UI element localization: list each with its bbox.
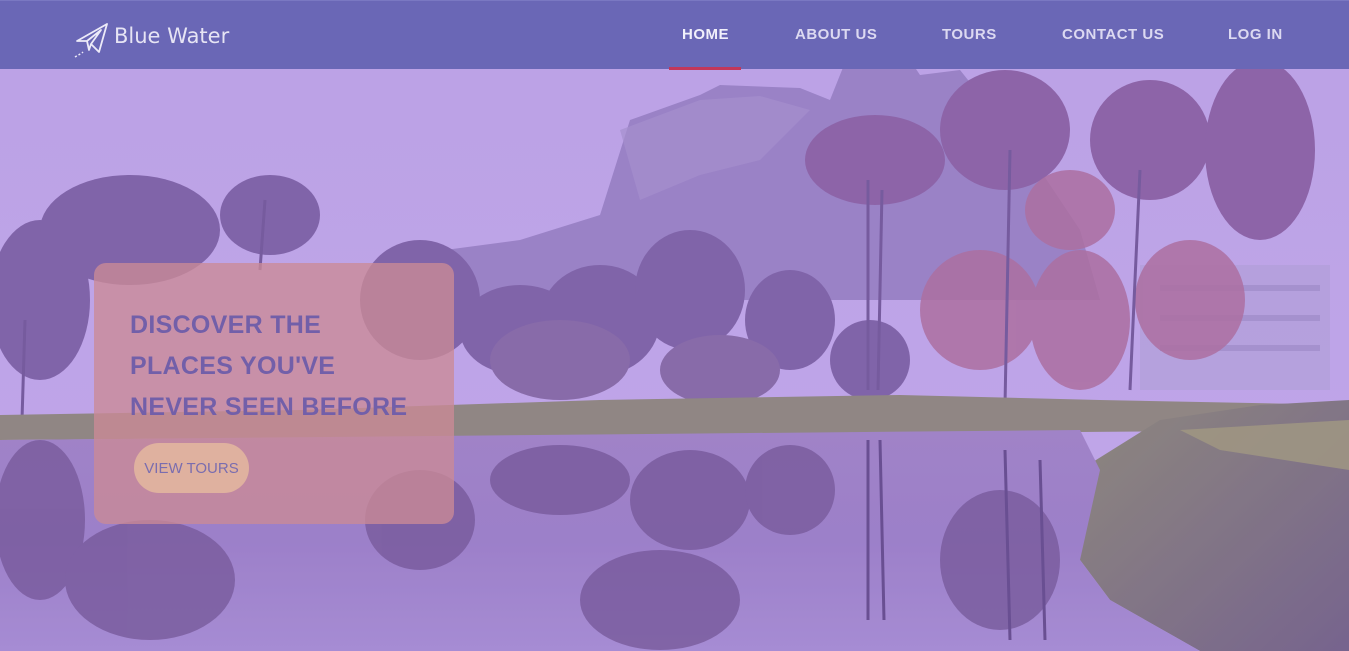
nav-tours-link[interactable]: TOURS xyxy=(942,1,997,70)
hero-card: DISCOVER THE PLACES YOU'VE NEVER SEEN BE… xyxy=(94,263,454,524)
paper-plane-icon xyxy=(74,23,108,58)
view-tours-button[interactable]: VIEW TOURS xyxy=(134,443,249,493)
active-nav-indicator xyxy=(669,67,741,70)
brand-name: Blue Water xyxy=(114,24,230,48)
nav-log-in-link[interactable]: LOG IN xyxy=(1228,1,1283,70)
nav-about-us-link[interactable]: ABOUT US xyxy=(795,1,877,70)
hero-title: DISCOVER THE PLACES YOU'VE NEVER SEEN BE… xyxy=(130,311,408,421)
nav-contact-us-link[interactable]: CONTACT US xyxy=(1062,1,1164,70)
page: Blue Water HOME ABOUT US TOURS CONTACT U… xyxy=(0,0,1349,651)
nav-home-link[interactable]: HOME xyxy=(682,1,729,70)
top-navbar: Blue Water HOME ABOUT US TOURS CONTACT U… xyxy=(0,0,1349,70)
brand-logo-link[interactable]: Blue Water xyxy=(74,19,229,59)
